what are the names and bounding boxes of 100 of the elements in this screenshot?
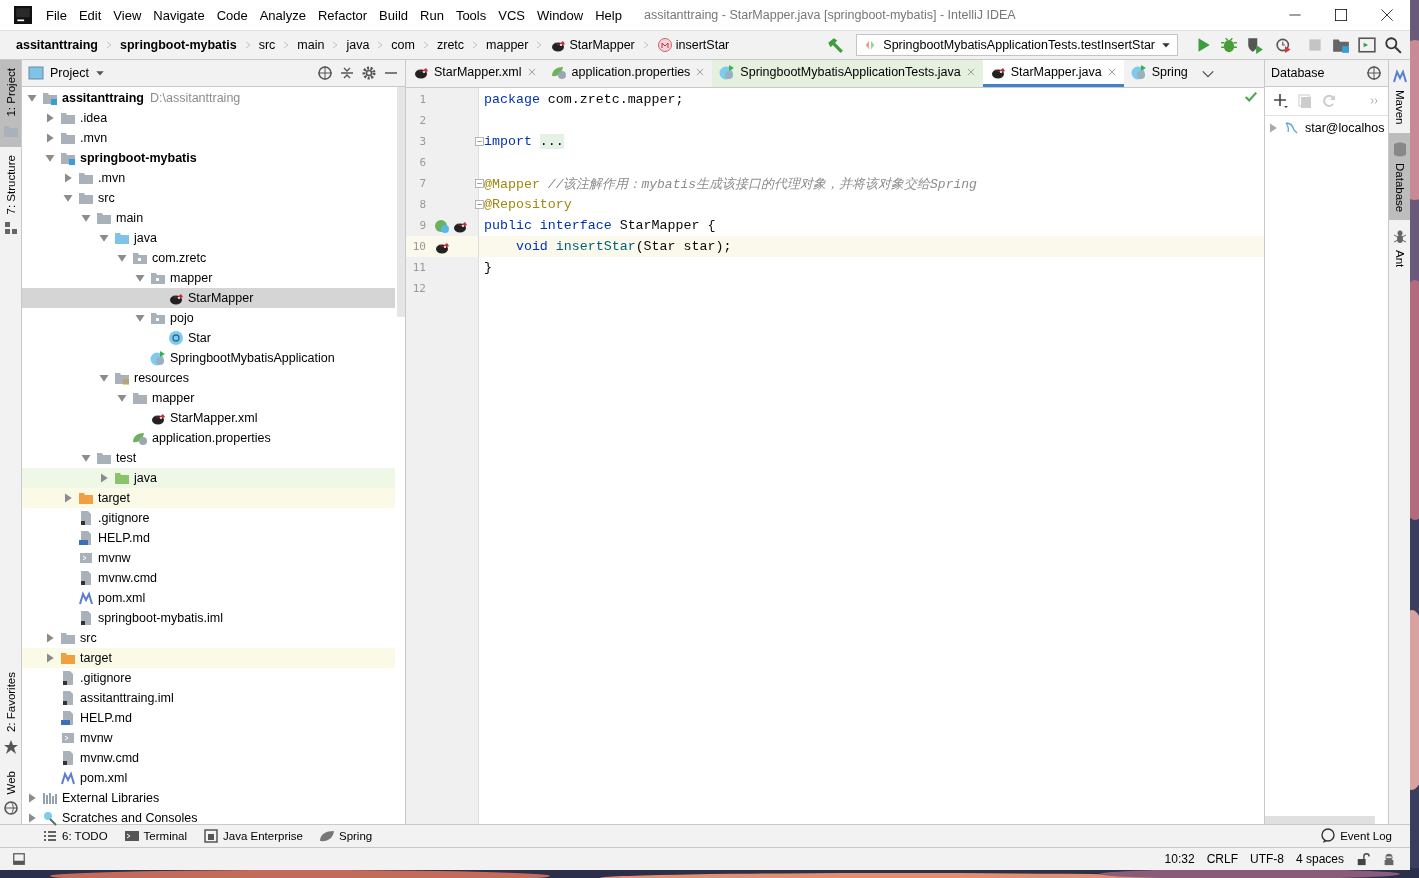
tree-item[interactable]: springboot-mybatis: [22, 148, 395, 168]
tree-item[interactable]: mvnw: [22, 548, 395, 568]
tree-item[interactable]: StarMapper.xml: [22, 408, 395, 428]
menu-item[interactable]: Run: [414, 7, 450, 23]
menu-item[interactable]: File: [40, 7, 73, 23]
menu-item[interactable]: Edit: [72, 7, 108, 23]
status-item[interactable]: 4 spaces: [1295, 852, 1344, 866]
tree-item[interactable]: .mvn: [22, 168, 395, 188]
tree-item[interactable]: mvnw.cmd: [22, 568, 395, 588]
stop-icon[interactable]: [1306, 36, 1324, 54]
tree-item[interactable]: .mvn: [22, 128, 395, 148]
breadcrumb-item[interactable]: insertStar: [652, 37, 734, 53]
tree-item[interactable]: pom.xml: [22, 768, 395, 788]
menu-item[interactable]: Navigate: [147, 7, 211, 23]
coverage-icon[interactable]: [1246, 36, 1264, 54]
breadcrumb-item[interactable]: com: [387, 38, 419, 52]
tool-window-button[interactable]: Event Log: [1318, 828, 1402, 844]
breadcrumb-item[interactable]: springboot-mybatis: [115, 38, 241, 52]
tool-window-tab[interactable]: Web: [0, 762, 21, 824]
tree-item[interactable]: application.properties: [22, 428, 395, 448]
editor-tab[interactable]: Spring: [1123, 60, 1195, 87]
tree-item[interactable]: star@localhos: [1265, 118, 1388, 138]
tree-item[interactable]: .idea: [22, 108, 395, 128]
caret-icon[interactable]: [94, 68, 105, 78]
tool-window-button[interactable]: 6: TODO: [40, 828, 118, 844]
editor-tab[interactable]: StarMapper.xml: [406, 60, 544, 87]
breadcrumb-item[interactable]: main: [293, 38, 329, 52]
target-icon[interactable]: [1366, 65, 1382, 81]
more-icon[interactable]: [1370, 96, 1380, 106]
editor-tab[interactable]: StarMapper.java: [982, 60, 1124, 87]
refresh-icon[interactable]: [1321, 93, 1337, 109]
layout-icon[interactable]: [12, 852, 26, 866]
editor-tab[interactable]: SpringbootMybatisApplicationTests.java: [712, 60, 983, 87]
tree-item[interactable]: src: [22, 628, 395, 648]
tree-item[interactable]: mapper: [22, 388, 395, 408]
lock-icon[interactable]: [1356, 852, 1370, 866]
menu-item[interactable]: Help: [589, 7, 628, 23]
tree-item[interactable]: target: [22, 488, 395, 508]
status-item[interactable]: 10:32: [1164, 852, 1195, 866]
tree-item[interactable]: main: [22, 208, 395, 228]
tree-item[interactable]: Scratches and Consoles: [22, 808, 395, 828]
menu-item[interactable]: Tools: [449, 7, 493, 23]
hammer-icon[interactable]: [826, 36, 845, 54]
tree-item[interactable]: mvnw.cmd: [22, 748, 395, 768]
inspector-icon[interactable]: [1382, 852, 1396, 866]
breadcrumb-item[interactable]: java: [342, 38, 374, 52]
tool-window-tab[interactable]: 7: Structure: [0, 146, 21, 245]
breadcrumb-item[interactable]: src: [254, 38, 280, 52]
tree-item[interactable]: src: [22, 188, 395, 208]
close-icon[interactable]: [526, 67, 537, 77]
tree-item[interactable]: mvnw: [22, 728, 395, 748]
close-icon[interactable]: [965, 67, 976, 77]
bug-icon[interactable]: [1220, 36, 1238, 54]
tree-item[interactable]: pojo: [22, 308, 395, 328]
tool-window-tab[interactable]: Database: [1389, 132, 1410, 220]
tree-item[interactable]: Star: [22, 328, 395, 348]
collapse-icon[interactable]: [339, 65, 355, 81]
tool-window-button[interactable]: Java Enterprise: [201, 828, 313, 844]
tree-item[interactable]: StarMapper: [22, 288, 395, 308]
search-icon[interactable]: [1384, 36, 1402, 54]
tool-window-tab[interactable]: 1: Project: [0, 60, 21, 147]
breadcrumb-item[interactable]: zretc: [432, 38, 469, 52]
scrollbar[interactable]: [397, 87, 405, 317]
copy-icon[interactable]: [1297, 93, 1313, 109]
tree-item[interactable]: assitanttraing.iml: [22, 688, 395, 708]
tree-item[interactable]: com.zretc: [22, 248, 395, 268]
fold-icon[interactable]: [475, 179, 484, 188]
tree-item[interactable]: assitanttraing D:\assitanttraing: [22, 88, 395, 108]
tree-item[interactable]: java: [22, 468, 395, 488]
tool-window-tab[interactable]: Ant: [1389, 219, 1410, 276]
tree-item[interactable]: target: [22, 648, 395, 668]
tree-item[interactable]: .gitignore: [22, 668, 395, 688]
tree-item[interactable]: resources: [22, 368, 395, 388]
editor-tab[interactable]: application.properties: [543, 60, 713, 87]
close-icon[interactable]: [695, 67, 706, 77]
breadcrumb-item[interactable]: StarMapper: [546, 37, 639, 53]
tree-item[interactable]: mapper: [22, 268, 395, 288]
breadcrumb-item[interactable]: mapper: [482, 38, 533, 52]
tree-item[interactable]: pom.xml: [22, 588, 395, 608]
tool-window-button[interactable]: Terminal: [121, 828, 198, 844]
menu-item[interactable]: Code: [210, 7, 254, 23]
tool-window-tab[interactable]: Maven: [1389, 60, 1410, 133]
close-icon[interactable]: [1106, 67, 1117, 77]
fold-icon[interactable]: [475, 137, 484, 146]
menu-item[interactable]: Refactor: [311, 7, 374, 23]
menu-item[interactable]: Analyze: [253, 7, 312, 23]
tree-item[interactable]: HELP.md: [22, 528, 395, 548]
add-icon[interactable]: [1273, 93, 1289, 109]
breadcrumb-item[interactable]: assitanttraing: [12, 38, 102, 52]
window-icon[interactable]: [1358, 36, 1376, 54]
scrollbar[interactable]: [1265, 816, 1375, 824]
target-icon[interactable]: [317, 65, 333, 81]
tool-window-button[interactable]: Spring: [316, 828, 383, 844]
tree-item[interactable]: External Libraries: [22, 788, 395, 808]
tree-item[interactable]: java: [22, 228, 395, 248]
menu-item[interactable]: Window: [530, 7, 590, 23]
tree-item[interactable]: springboot-mybatis.iml: [22, 608, 395, 628]
menu-item[interactable]: VCS: [492, 7, 531, 23]
tool-window-tab[interactable]: 2: Favorites: [0, 664, 21, 763]
tree-item[interactable]: test: [22, 448, 395, 468]
